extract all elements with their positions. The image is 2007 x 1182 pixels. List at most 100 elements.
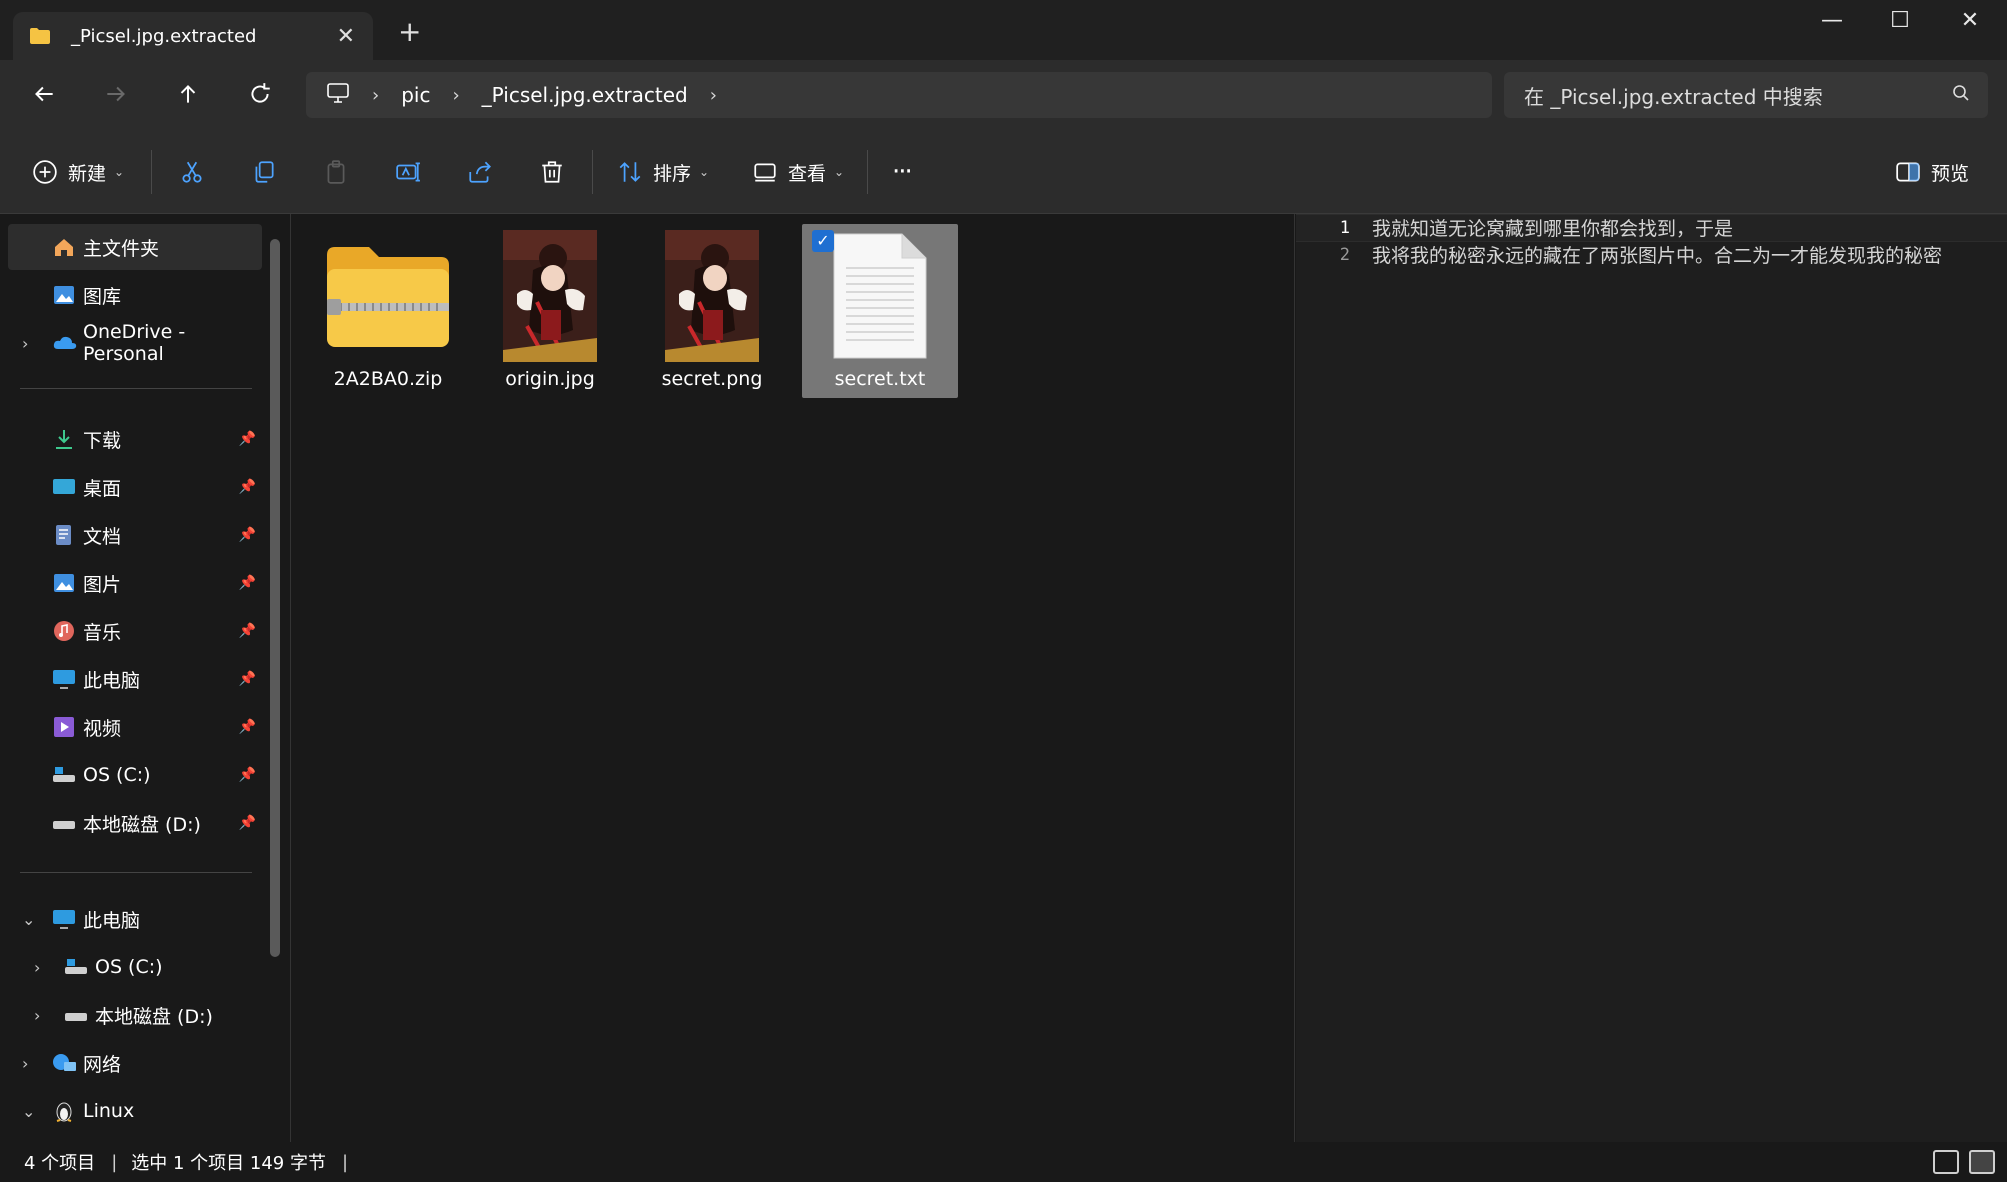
drive-icon — [64, 1004, 88, 1026]
sidebar-label: OS (C:) — [95, 956, 163, 978]
item-count: 4 个项目 — [24, 1153, 96, 1174]
copy-icon — [255, 161, 274, 183]
folder-icon — [29, 27, 51, 45]
new-button[interactable]: 新建 ⌄ — [32, 154, 124, 190]
file-item[interactable]: secret.png — [634, 224, 790, 398]
checkbox-checked-icon[interactable]: ✓ — [812, 230, 834, 252]
sidebar-item-home[interactable]: 主文件夹 — [8, 224, 262, 270]
share-button[interactable] — [467, 154, 493, 190]
sidebar-item-drive-d-quick[interactable]: 本地磁盘 (D:) 📌 — [8, 800, 262, 846]
sidebar-label: 图片 — [83, 573, 122, 596]
pin-icon[interactable]: 📌 — [239, 719, 256, 735]
address-bar[interactable]: › pic › _Picsel.jpg.extracted › — [306, 72, 1492, 118]
search-icon — [1952, 83, 1970, 107]
preview-line: 2 我将我的秘密永远的藏在了两张图片中。合二为一才能发现我的秘密 — [1296, 242, 2007, 302]
close-window-button[interactable]: ✕ — [1940, 8, 2000, 33]
tiles-view-icon[interactable] — [1969, 1150, 1995, 1174]
drive-icon — [64, 956, 88, 978]
navigation-pane: 主文件夹 图库 › OneDrive - Personal 下载 📌 桌面 📌 … — [0, 214, 285, 1142]
sidebar-label: 下载 — [83, 429, 122, 452]
view-button[interactable]: 查看 ⌄ — [752, 154, 844, 190]
pin-icon[interactable]: 📌 — [239, 431, 256, 447]
sidebar-item-documents[interactable]: 文档 📌 — [8, 512, 262, 558]
sidebar-item-thispc[interactable]: ⌄ 此电脑 — [8, 896, 262, 942]
plus-circle-icon — [33, 160, 57, 184]
maximize-button[interactable]: ☐ — [1870, 8, 1930, 33]
back-button[interactable] — [26, 76, 62, 112]
sidebar-scrollbar[interactable] — [270, 239, 280, 957]
minimize-button[interactable]: — — [1802, 8, 1862, 33]
chevron-down-icon[interactable]: ⌄ — [22, 1102, 35, 1121]
pin-icon[interactable]: 📌 — [239, 479, 256, 495]
delete-button[interactable] — [539, 154, 565, 190]
pin-icon[interactable]: 📌 — [239, 767, 256, 783]
pin-icon[interactable]: 📌 — [239, 815, 256, 831]
details-view-icon[interactable] — [1933, 1150, 1959, 1174]
preview-pane: 1 我就知道无论窝藏到哪里你都会找到，于是 2 我将我的秘密永远的藏在了两张图片… — [1296, 214, 2007, 1142]
sort-button[interactable]: 排序 ⌄ — [617, 154, 709, 190]
sidebar-item-downloads[interactable]: 下载 📌 — [8, 416, 262, 462]
forward-button[interactable] — [98, 76, 134, 112]
line-text: 我就知道无论窝藏到哪里你都会找到，于是 — [1372, 218, 1734, 240]
breadcrumb-pic[interactable]: pic — [401, 83, 430, 107]
copy-button[interactable] — [251, 154, 277, 190]
sidebar-item-music[interactable]: 音乐 📌 — [8, 608, 262, 654]
new-label: 新建 — [68, 162, 107, 185]
sidebar-label: 主文件夹 — [83, 237, 160, 260]
sidebar-item-thispc-quick[interactable]: 此电脑 📌 — [8, 656, 262, 702]
sidebar-item-videos[interactable]: 视频 📌 — [8, 704, 262, 750]
sidebar-item-network[interactable]: › 网络 — [8, 1040, 262, 1086]
tab-title: _Picsel.jpg.extracted — [71, 25, 257, 47]
chevron-right-icon[interactable]: › — [452, 85, 459, 106]
sidebar-item-linux[interactable]: ⌄ Linux — [8, 1088, 262, 1134]
pin-icon[interactable]: 📌 — [239, 623, 256, 639]
more-icon: ··· — [892, 157, 913, 187]
scissors-icon — [182, 161, 202, 183]
chevron-right-icon[interactable]: › — [372, 85, 379, 106]
close-tab-icon[interactable]: ✕ — [337, 24, 355, 49]
chevron-right-icon[interactable]: › — [22, 1054, 28, 1073]
sort-icon — [619, 162, 641, 182]
refresh-icon — [251, 83, 270, 103]
image-thumbnail — [503, 230, 597, 362]
pin-icon[interactable]: 📌 — [239, 527, 256, 543]
tab-current[interactable]: _Picsel.jpg.extracted ✕ — [13, 12, 373, 60]
chevron-right-icon[interactable]: › — [22, 334, 28, 353]
breadcrumb-extracted[interactable]: _Picsel.jpg.extracted — [482, 83, 688, 107]
search-input[interactable]: 在 _Picsel.jpg.extracted 中搜索 — [1504, 72, 1988, 118]
new-tab-button[interactable]: + — [398, 18, 421, 46]
refresh-button[interactable] — [242, 76, 278, 112]
up-button[interactable] — [170, 76, 206, 112]
zip-folder-icon — [323, 230, 453, 362]
line-text: 我将我的秘密永远的藏在了两张图片中。合二为一才能发现我的秘密 — [1372, 245, 1943, 267]
chevron-down-icon[interactable]: ⌄ — [22, 910, 35, 929]
file-item[interactable]: 2A2BA0.zip — [310, 224, 466, 398]
more-options-button[interactable]: ··· — [892, 154, 913, 190]
trash-icon — [542, 161, 562, 183]
chevron-right-icon[interactable]: › — [710, 85, 717, 106]
chevron-right-icon[interactable]: › — [34, 1006, 40, 1025]
sidebar-item-drive-c[interactable]: › OS (C:) — [8, 944, 262, 990]
status-separator: | — [111, 1151, 118, 1173]
arrow-left-icon — [35, 86, 53, 102]
sidebar-item-drive-c-quick[interactable]: OS (C:) 📌 — [8, 752, 262, 798]
cut-button[interactable] — [179, 154, 205, 190]
pin-icon[interactable]: 📌 — [239, 671, 256, 687]
file-item[interactable]: origin.jpg — [472, 224, 628, 398]
sidebar-item-drive-d[interactable]: › 本地磁盘 (D:) — [8, 992, 262, 1038]
paste-button[interactable] — [323, 154, 349, 190]
pin-icon[interactable]: 📌 — [239, 575, 256, 591]
sidebar-item-pictures[interactable]: 图片 📌 — [8, 560, 262, 606]
chevron-down-icon: ⌄ — [699, 165, 710, 179]
rename-button[interactable] — [395, 154, 421, 190]
preview-pane-button[interactable]: 预览 — [1895, 154, 1969, 190]
sidebar-item-desktop[interactable]: 桌面 📌 — [8, 464, 262, 510]
chevron-right-icon[interactable]: › — [34, 958, 40, 977]
sidebar-item-onedrive[interactable]: › OneDrive - Personal — [8, 320, 262, 366]
file-item-selected[interactable]: ✓ secret.txt — [802, 224, 958, 398]
monitor-icon — [52, 908, 76, 930]
line-number: 2 — [1339, 245, 1350, 265]
arrow-right-icon — [107, 86, 125, 102]
sidebar-item-gallery[interactable]: 图库 — [8, 272, 262, 318]
file-list: 2A2BA0.zip origin.jpg secret.png ✓ secre… — [292, 214, 1294, 1142]
